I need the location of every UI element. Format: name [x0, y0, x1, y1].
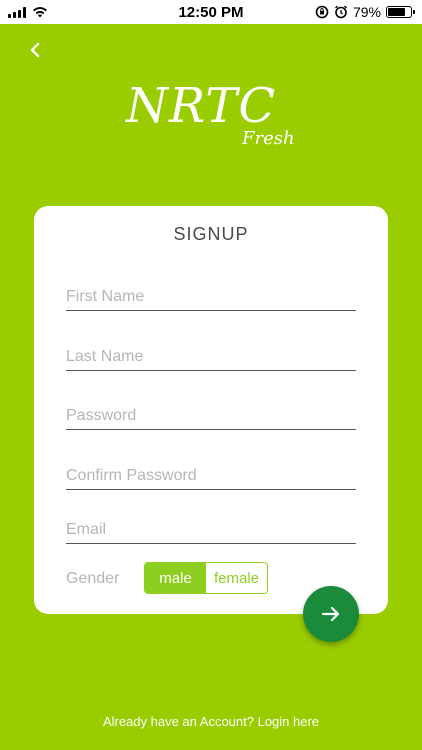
login-link[interactable]: Already have an Account? Login here	[0, 714, 422, 729]
alarm-icon	[334, 5, 347, 19]
status-bar: 12:50 PM 79%	[0, 0, 422, 24]
gender-option-male[interactable]: male	[145, 563, 206, 593]
password-input[interactable]	[66, 403, 356, 430]
battery-cap	[413, 10, 415, 14]
app-logo: NRTC Fresh	[120, 78, 300, 156]
logo-wordmark: NRTC	[126, 78, 277, 134]
logo-subtitle: Fresh	[242, 128, 295, 149]
battery-icon	[386, 6, 415, 18]
signup-card: SIGNUP Gender male female	[34, 206, 388, 614]
screen-rotation-lock-icon	[315, 5, 329, 19]
gender-segmented-control: male female	[144, 562, 268, 594]
submit-button[interactable]	[303, 586, 359, 642]
arrow-right-icon	[321, 606, 340, 622]
back-button[interactable]	[26, 40, 46, 60]
battery-fill	[388, 8, 405, 16]
first-name-input[interactable]	[66, 284, 356, 311]
email-input[interactable]	[66, 517, 356, 544]
confirm-password-input[interactable]	[66, 463, 356, 490]
gender-label: Gender	[66, 570, 120, 587]
status-right: 79%	[315, 4, 415, 20]
form-title: SIGNUP	[173, 224, 249, 244]
battery-percent: 79%	[352, 4, 381, 20]
gender-option-female[interactable]: female	[206, 563, 267, 593]
last-name-input[interactable]	[66, 344, 356, 371]
chevron-left-icon	[30, 42, 40, 58]
